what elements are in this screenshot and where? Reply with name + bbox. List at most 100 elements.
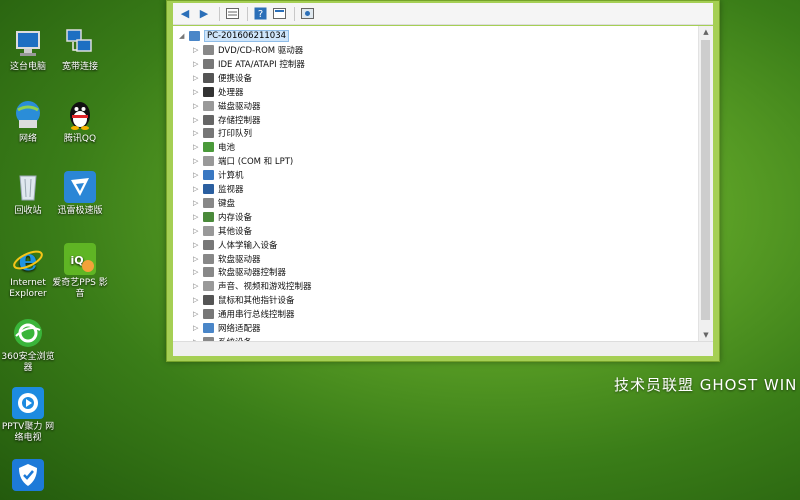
device-category-label: 其他设备 bbox=[218, 226, 253, 237]
xunlei-icon bbox=[63, 170, 97, 204]
desktop-icon-label: 回收站 bbox=[14, 206, 42, 216]
desktop-icon-label: 腾讯QQ bbox=[63, 134, 97, 144]
device-category-icon bbox=[203, 156, 214, 167]
expand-arrow-icon[interactable]: ▷ bbox=[193, 185, 203, 193]
device-category-item[interactable]: ▷ 端口 (COM 和 LPT) bbox=[193, 154, 293, 168]
status-bar bbox=[173, 341, 713, 356]
expand-arrow-icon[interactable]: ▷ bbox=[193, 60, 203, 68]
expand-arrow-icon[interactable]: ▷ bbox=[193, 199, 203, 207]
device-category-icon bbox=[203, 184, 214, 194]
device-category-icon bbox=[203, 253, 214, 264]
device-category-icon bbox=[203, 58, 214, 69]
expand-arrow-icon[interactable]: ▷ bbox=[193, 102, 203, 110]
desktop-icon-pptv[interactable]: PPTV聚力 网络电视 bbox=[0, 386, 56, 444]
device-category-item[interactable]: ▷ IDE ATA/ATAPI 控制器 bbox=[193, 57, 305, 71]
expand-arrow-icon[interactable]: ▷ bbox=[193, 282, 203, 290]
device-category-item[interactable]: ▷ 通用串行总线控制器 bbox=[193, 307, 295, 321]
device-category-item[interactable]: ▷ 监视器 bbox=[193, 182, 244, 196]
device-category-icon bbox=[203, 142, 214, 153]
device-category-item[interactable]: ▷ 内存设备 bbox=[193, 210, 252, 224]
device-category-label: 人体学输入设备 bbox=[218, 240, 278, 251]
expand-arrow-icon[interactable]: ▷ bbox=[193, 310, 203, 318]
scroll-down-icon[interactable]: ▼ bbox=[699, 329, 713, 341]
device-category-item[interactable]: ▷ 处理器 bbox=[193, 85, 244, 99]
expand-arrow-icon[interactable]: ▷ bbox=[193, 74, 203, 82]
device-category-icon bbox=[203, 211, 214, 222]
expand-arrow-icon[interactable]: ▷ bbox=[193, 255, 203, 263]
device-category-icon bbox=[203, 309, 214, 320]
expand-arrow-icon[interactable]: ▷ bbox=[193, 129, 203, 137]
scan-hardware-icon[interactable] bbox=[299, 6, 315, 22]
expand-arrow-icon[interactable]: ▷ bbox=[193, 213, 203, 221]
expand-arrow-icon[interactable]: ▷ bbox=[193, 143, 203, 151]
scroll-up-icon[interactable]: ▲ bbox=[699, 26, 713, 38]
properties-icon[interactable] bbox=[271, 6, 287, 22]
desktop-icon-shield[interactable] bbox=[0, 458, 56, 494]
desktop-icon-iqiyi[interactable]: iQ 爱奇艺PPS 影音 bbox=[52, 242, 108, 300]
toolbar: ◀ ▶ ? bbox=[173, 3, 713, 25]
device-category-item[interactable]: ▷ 电池 bbox=[193, 140, 235, 154]
device-tree[interactable]: ◢ PC-201606211034 ▷ DVD/CD-ROM 驱动器 ▷ IDE AT… bbox=[173, 26, 713, 341]
360-browser-icon bbox=[11, 316, 45, 350]
tree-root[interactable]: ◢ PC-201606211034 bbox=[179, 29, 290, 43]
device-category-icon bbox=[203, 267, 214, 278]
device-manager-window: ◀ ▶ ? ◢ PC-201606211034 ▷ DVD/CD-ROM 驱动器 ▷… bbox=[166, 0, 720, 362]
device-category-item[interactable]: ▷ 存储控制器 bbox=[193, 113, 261, 127]
desktop-icon-qq[interactable]: 腾讯QQ bbox=[52, 98, 108, 145]
expand-arrow-icon[interactable]: ▷ bbox=[193, 324, 203, 332]
device-category-item[interactable]: ▷ 声音、视频和游戏控制器 bbox=[193, 279, 312, 293]
device-category-label: 软盘驱动器控制器 bbox=[218, 268, 287, 279]
device-category-item[interactable]: ▷ 其他设备 bbox=[193, 224, 252, 238]
expand-arrow-icon[interactable]: ▷ bbox=[193, 241, 203, 249]
desktop-icon-xunlei[interactable]: 迅雷极速版 bbox=[52, 170, 108, 217]
view-icon[interactable] bbox=[224, 6, 240, 22]
device-category-item[interactable]: ▷ 人体学输入设备 bbox=[193, 238, 278, 252]
desktop-icon-label: PPTV聚力 网络电视 bbox=[1, 422, 55, 443]
device-category-item[interactable]: ▷ 鼠标和其他指针设备 bbox=[193, 293, 295, 307]
collapse-arrow-icon[interactable]: ◢ bbox=[179, 32, 189, 40]
help-icon[interactable]: ? bbox=[252, 6, 268, 22]
tree-root-label: PC-201606211034 bbox=[204, 30, 290, 42]
device-category-item[interactable]: ▷ 计算机 bbox=[193, 168, 244, 182]
device-category-item[interactable]: ▷ 打印队列 bbox=[193, 126, 252, 140]
device-category-icon bbox=[203, 45, 214, 55]
device-category-label: 鼠标和其他指针设备 bbox=[218, 296, 295, 307]
device-category-label: 端口 (COM 和 LPT) bbox=[218, 157, 294, 168]
device-category-item[interactable]: ▷ DVD/CD-ROM 驱动器 bbox=[193, 43, 303, 57]
desktop-icon-ie[interactable]: e Internet Explorer bbox=[0, 242, 56, 300]
expand-arrow-icon[interactable]: ▷ bbox=[193, 116, 203, 124]
device-category-icon bbox=[203, 170, 214, 181]
qq-icon bbox=[63, 98, 97, 132]
device-category-item[interactable]: ▷ 便携设备 bbox=[193, 71, 252, 85]
expand-arrow-icon[interactable]: ▷ bbox=[193, 227, 203, 235]
expand-arrow-icon[interactable]: ▷ bbox=[193, 171, 203, 179]
device-category-item[interactable]: ▷ 磁盘驱动器 bbox=[193, 99, 261, 113]
desktop-icon-label: Internet Explorer bbox=[9, 278, 47, 299]
desktop-icon-360-browser[interactable]: 360安全浏览器 bbox=[0, 316, 56, 374]
device-category-icon bbox=[203, 281, 214, 292]
device-category-item[interactable]: ▷ 软盘驱动器控制器 bbox=[193, 265, 286, 279]
back-icon[interactable]: ◀ bbox=[177, 6, 193, 22]
desktop-icon-broadband[interactable]: 宽带连接 bbox=[52, 26, 108, 73]
device-category-icon bbox=[203, 86, 214, 97]
desktop-icon-recycle-bin[interactable]: 回收站 bbox=[0, 170, 56, 217]
expand-arrow-icon[interactable]: ▷ bbox=[193, 268, 203, 276]
expand-arrow-icon[interactable]: ▷ bbox=[193, 296, 203, 304]
desktop-icon-label: 宽带连接 bbox=[61, 62, 98, 72]
scrollbar-thumb[interactable] bbox=[701, 40, 710, 320]
device-category-item[interactable]: ▷ 软盘驱动器 bbox=[193, 252, 261, 266]
toolbar-separator bbox=[247, 6, 248, 21]
device-category-item[interactable]: ▷ 键盘 bbox=[193, 196, 235, 210]
expand-arrow-icon[interactable]: ▷ bbox=[193, 46, 203, 54]
broadband-icon bbox=[63, 26, 97, 60]
device-category-label: 计算机 bbox=[218, 171, 244, 182]
desktop-icon-network[interactable]: 网络 bbox=[0, 98, 56, 145]
forward-icon[interactable]: ▶ bbox=[196, 6, 212, 22]
expand-arrow-icon[interactable]: ▷ bbox=[193, 157, 203, 165]
vertical-scrollbar[interactable]: ▲ ▼ bbox=[698, 26, 713, 341]
device-category-label: 便携设备 bbox=[218, 73, 253, 84]
expand-arrow-icon[interactable]: ▷ bbox=[193, 88, 203, 96]
desktop-icon-this-pc[interactable]: 这台电脑 bbox=[0, 26, 56, 73]
computer-icon bbox=[11, 26, 45, 60]
device-category-item[interactable]: ▷ 网络适配器 bbox=[193, 321, 261, 335]
